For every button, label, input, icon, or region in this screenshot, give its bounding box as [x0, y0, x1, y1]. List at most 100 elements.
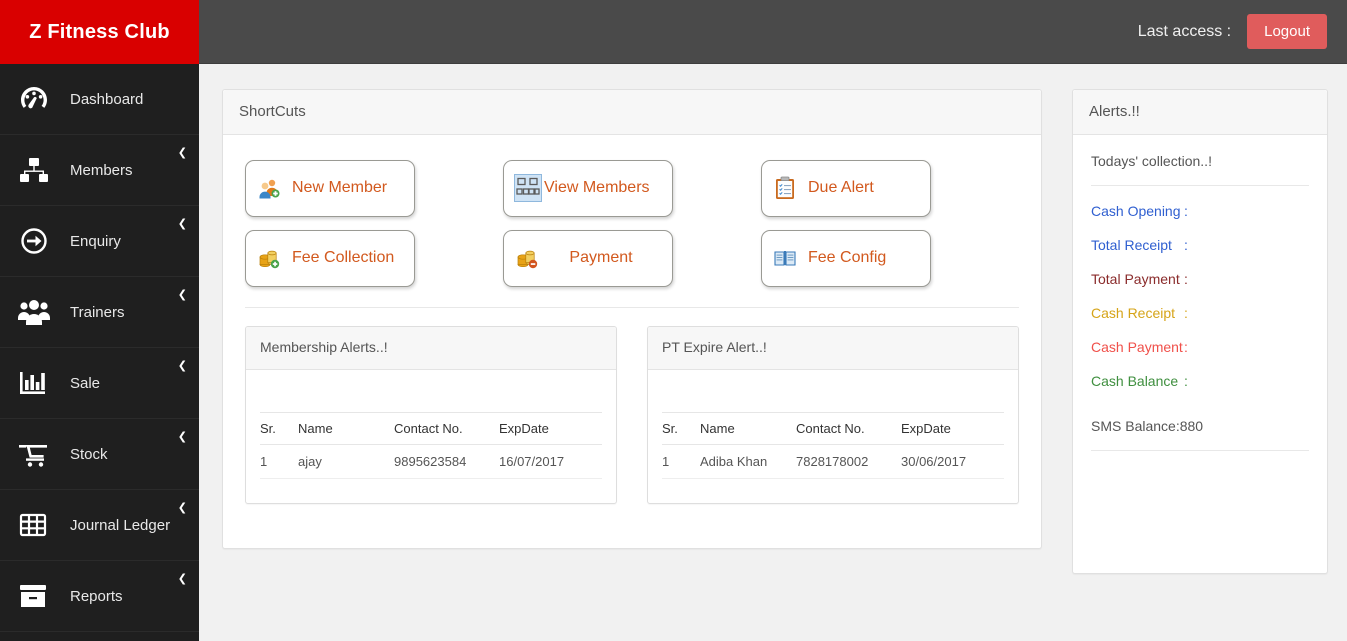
chevron-left-icon[interactable]: ❮	[178, 218, 187, 229]
shortcut-cell: Payment	[503, 223, 761, 293]
shortcut-label: Fee Collection	[292, 249, 395, 266]
column-header-name: Name	[298, 412, 394, 445]
chevron-left-icon[interactable]: ❮	[178, 360, 187, 371]
chevron-left-icon[interactable]: ❮	[178, 431, 187, 442]
logout-button[interactable]: Logout	[1247, 14, 1327, 49]
alert-line-cash-receipt[interactable]: Cash Receipt :	[1091, 296, 1309, 330]
clipboard-check-icon	[772, 175, 798, 201]
fee-collection-button[interactable]: Fee Collection	[245, 229, 415, 287]
todays-collection-label: Todays' collection..!	[1091, 153, 1212, 169]
alert-line-cash-opening[interactable]: Cash Opening :	[1091, 194, 1309, 228]
people-group-icon	[12, 292, 56, 332]
sidebar-item-members[interactable]: Members ❮	[0, 135, 199, 206]
alert-line-total-payment[interactable]: Total Payment :	[1091, 262, 1309, 296]
alert-line-label: Total Payment	[1091, 271, 1180, 287]
sidebar: Z Fitness Club Dashboard Members ❮ Enqui…	[0, 0, 199, 641]
membership-alerts-body[interactable]: Sr. Name Contact No. ExpDate 1 ajay 9895…	[246, 370, 616, 503]
sidebar-item-enquiry[interactable]: Enquiry ❮	[0, 206, 199, 277]
alert-line-colon: :	[1184, 203, 1188, 219]
shortcuts-panel-title: ShortCuts	[239, 103, 306, 120]
membership-alerts-title: Membership Alerts..!	[260, 339, 388, 355]
shortcut-label: Fee Config	[808, 249, 887, 266]
sidebar-item-journal-ledger[interactable]: Journal Ledger ❮	[0, 490, 199, 561]
cell-name: ajay	[298, 444, 394, 479]
membership-alerts-card: Membership Alerts..! Sr. Name Contact No…	[245, 326, 617, 504]
sidebar-item-sale[interactable]: Sale ❮	[0, 348, 199, 419]
alert-line-colon: :	[1184, 339, 1188, 355]
chevron-left-icon[interactable]: ❮	[178, 573, 187, 584]
alert-line-cash-payment[interactable]: Cash Payment :	[1091, 330, 1309, 364]
sidebar-item-label: Dashboard	[70, 90, 144, 108]
sidebar-nav: Dashboard Members ❮ Enquiry ❮ Trainers ❮…	[0, 64, 199, 632]
pt-expire-alerts-table: Sr. Name Contact No. ExpDate 1 Adiba Kha…	[662, 412, 1004, 479]
sidebar-item-trainers[interactable]: Trainers ❮	[0, 277, 199, 348]
alerts-panel: Alerts.!! Todays' collection..! Cash Ope…	[1072, 89, 1328, 574]
grid-table-icon	[12, 505, 56, 545]
alerts-divider-top	[1091, 185, 1309, 186]
alert-tables-row: Membership Alerts..! Sr. Name Contact No…	[223, 308, 1041, 504]
sidebar-item-reports[interactable]: Reports ❮	[0, 561, 199, 632]
sms-balance-label: SMS Balance:880	[1091, 418, 1204, 434]
payment-button[interactable]: Payment	[503, 229, 673, 287]
dashboard-gauge-icon	[12, 79, 56, 119]
chevron-left-icon[interactable]: ❮	[178, 147, 187, 158]
alert-line-total-receipt[interactable]: Total Receipt :	[1091, 228, 1309, 262]
pt-expire-alerts-body[interactable]: Sr. Name Contact No. ExpDate 1 Adiba Kha…	[648, 370, 1018, 503]
column-header-name: Name	[700, 412, 796, 445]
sidebar-item-label: Stock	[70, 445, 108, 463]
table-header-row: Sr. Name Contact No. ExpDate	[662, 412, 1004, 445]
cell-expdate: 16/07/2017	[499, 444, 602, 479]
new-member-button[interactable]: New Member	[245, 159, 415, 217]
shortcut-cell: Fee Collection	[245, 223, 503, 293]
bar-chart-icon	[12, 363, 56, 403]
shortcuts-panel: ShortCuts New Member View Members Due Al…	[222, 89, 1042, 549]
coins-add-icon	[256, 245, 282, 271]
sidebar-item-label: Reports	[70, 587, 123, 605]
alert-line-label: Cash Receipt	[1091, 305, 1176, 321]
view-members-icon	[514, 174, 542, 202]
column-header-sr: Sr.	[260, 412, 298, 445]
sidebar-item-label: Sale	[70, 374, 101, 392]
cell-contact: 9895623584	[394, 444, 499, 479]
table-row[interactable]: 1 ajay 9895623584 16/07/2017	[260, 444, 602, 479]
alert-line-colon: :	[1184, 305, 1188, 321]
sidebar-content-gap	[199, 64, 209, 641]
shortcut-cell: Fee Config	[761, 223, 1019, 293]
chevron-left-icon[interactable]: ❮	[178, 289, 187, 300]
alerts-divider-bottom	[1091, 450, 1309, 451]
table-header-row: Sr. Name Contact No. ExpDate	[260, 412, 602, 445]
alert-line-colon: :	[1184, 373, 1188, 389]
column-header-expdate: ExpDate	[499, 412, 602, 445]
sidebar-item-stock[interactable]: Stock ❮	[0, 419, 199, 490]
sidebar-item-label: Enquiry	[70, 232, 121, 250]
coins-remove-icon	[514, 245, 540, 271]
brand-title: Z Fitness Club	[29, 20, 170, 43]
table-row[interactable]: 1 Adiba Khan 7828178002 30/06/2017	[662, 444, 1004, 479]
arrow-circle-icon	[12, 221, 56, 261]
alert-line-label: Total Receipt	[1091, 237, 1172, 253]
alert-line-label: Cash Payment	[1091, 339, 1183, 355]
due-alert-button[interactable]: Due Alert	[761, 159, 931, 217]
org-chart-icon	[12, 150, 56, 190]
shortcuts-panel-header: ShortCuts	[223, 90, 1041, 135]
fee-config-button[interactable]: Fee Config	[761, 229, 931, 287]
chevron-left-icon[interactable]: ❮	[178, 502, 187, 513]
shortcuts-body: New Member View Members Due Alert Fee Co…	[223, 135, 1041, 293]
view-members-button[interactable]: View Members	[503, 159, 673, 217]
shortcut-cell: Due Alert	[761, 153, 1019, 223]
shortcut-label: Due Alert	[808, 179, 874, 196]
alerts-panel-header: Alerts.!!	[1073, 90, 1327, 135]
cell-contact: 7828178002	[796, 444, 901, 479]
shortcut-label: Payment	[569, 249, 633, 266]
sidebar-item-label: Trainers	[70, 303, 125, 321]
brand-logo[interactable]: Z Fitness Club	[0, 0, 199, 64]
main-content: ShortCuts New Member View Members Due Al…	[209, 64, 1347, 641]
alert-line-cash-balance[interactable]: Cash Balance :	[1091, 364, 1309, 398]
alert-line-label: Cash Balance	[1091, 373, 1179, 389]
sidebar-item-dashboard[interactable]: Dashboard	[0, 64, 199, 135]
alerts-body: Todays' collection..! Cash Opening : Tot…	[1073, 135, 1327, 451]
pt-expire-alerts-title: PT Expire Alert..!	[662, 339, 767, 355]
column-header-contact: Contact No.	[394, 412, 499, 445]
cell-name: Adiba Khan	[700, 444, 796, 479]
pt-expire-alerts-header: PT Expire Alert..!	[648, 327, 1018, 370]
